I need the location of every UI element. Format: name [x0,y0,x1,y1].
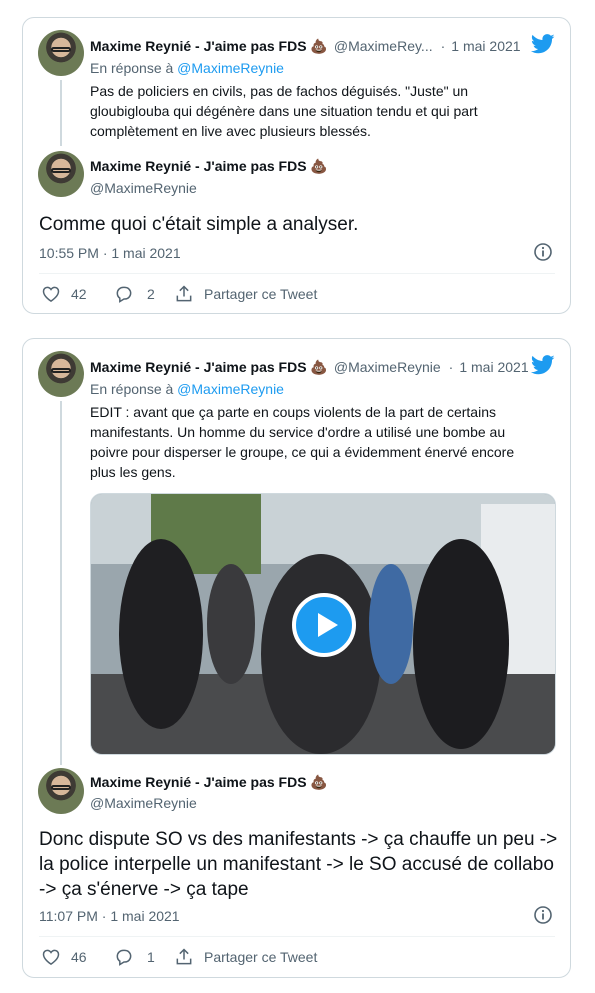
heart-icon [42,286,60,302]
like-count: 42 [71,286,87,302]
share-icon [176,285,192,302]
author-handle[interactable]: @MaximeReynie [90,795,197,811]
tweet-text: Comme quoi c'était simple a analyser. [39,214,359,235]
reply-bubble-icon [116,949,132,966]
share-label: Partager ce Tweet [204,949,318,965]
tweet-text: Donc dispute SO vs des manifestants -> ç… [39,829,558,900]
tweet-embed-1: Maxime Reynié - J'aime pas FDS 💩 @Maxime… [22,17,571,314]
tweet-timestamp[interactable]: 10:55 PM · 1 mai 2021 [39,245,181,261]
twitter-bird-icon[interactable] [531,33,555,55]
tweet-date[interactable]: 1 mai 2021 [451,38,520,54]
like-button[interactable]: 46 [41,947,87,967]
video-thumbnail[interactable] [90,493,556,755]
reply-count: 2 [147,286,155,302]
thread-line [60,80,62,146]
author-name[interactable]: Maxime Reynié - J'aime pas FDS 💩 [90,38,328,55]
tweet-embed-2: Maxime Reynié - J'aime pas FDS 💩 @Maxime… [22,338,571,978]
author-handle[interactable]: @MaximeRey... [334,38,433,54]
author-name[interactable]: Maxime Reynié - J'aime pas FDS 💩 [90,359,328,376]
like-button[interactable]: 42 [41,284,87,304]
parent-tweet-text: EDIT : avant que ça parte en coups viole… [90,404,515,480]
reply-button[interactable]: 2 [114,284,155,304]
twitter-bird-icon[interactable] [531,354,555,376]
avatar[interactable] [38,151,84,197]
author-handle[interactable]: @MaximeReynie [334,359,441,375]
reply-count: 1 [147,949,155,965]
share-icon [176,948,192,965]
author-name[interactable]: Maxime Reynié - J'aime pas FDS 💩 [90,774,328,791]
reply-prefix: En réponse à [90,381,178,397]
info-icon[interactable] [533,905,553,925]
divider [39,936,555,937]
reply-context: En réponse à @MaximeReynie [90,60,284,76]
divider [39,273,555,274]
separator-dot: · [440,38,446,54]
share-label: Partager ce Tweet [204,286,318,302]
separator-dot: · [448,359,454,375]
avatar[interactable] [38,768,84,814]
reply-to-handle[interactable]: @MaximeReynie [177,60,284,76]
reply-bubble-icon [116,286,132,303]
share-button[interactable]: Partager ce Tweet [174,947,317,967]
parent-header: Maxime Reynié - J'aime pas FDS 💩 @Maxime… [90,359,529,376]
parent-tweet-text: Pas de policiers en civils, pas de facho… [90,83,478,139]
play-icon[interactable] [292,593,356,657]
reply-prefix: En réponse à [90,60,178,76]
reply-to-handle[interactable]: @MaximeReynie [177,381,284,397]
like-count: 46 [71,949,87,965]
avatar[interactable] [38,351,84,397]
reply-button[interactable]: 1 [114,947,155,967]
parent-header: Maxime Reynié - J'aime pas FDS 💩 @Maxime… [90,38,521,55]
author-name[interactable]: Maxime Reynié - J'aime pas FDS 💩 [90,158,328,175]
info-icon[interactable] [533,242,553,262]
tweet-timestamp[interactable]: 11:07 PM · 1 mai 2021 [39,908,180,924]
reply-context: En réponse à @MaximeReynie [90,381,284,397]
tweet-date[interactable]: 1 mai 2021 [459,359,528,375]
heart-icon [42,949,60,965]
thread-line [60,401,62,765]
author-handle[interactable]: @MaximeReynie [90,180,197,196]
share-button[interactable]: Partager ce Tweet [174,284,317,304]
avatar[interactable] [38,30,84,76]
